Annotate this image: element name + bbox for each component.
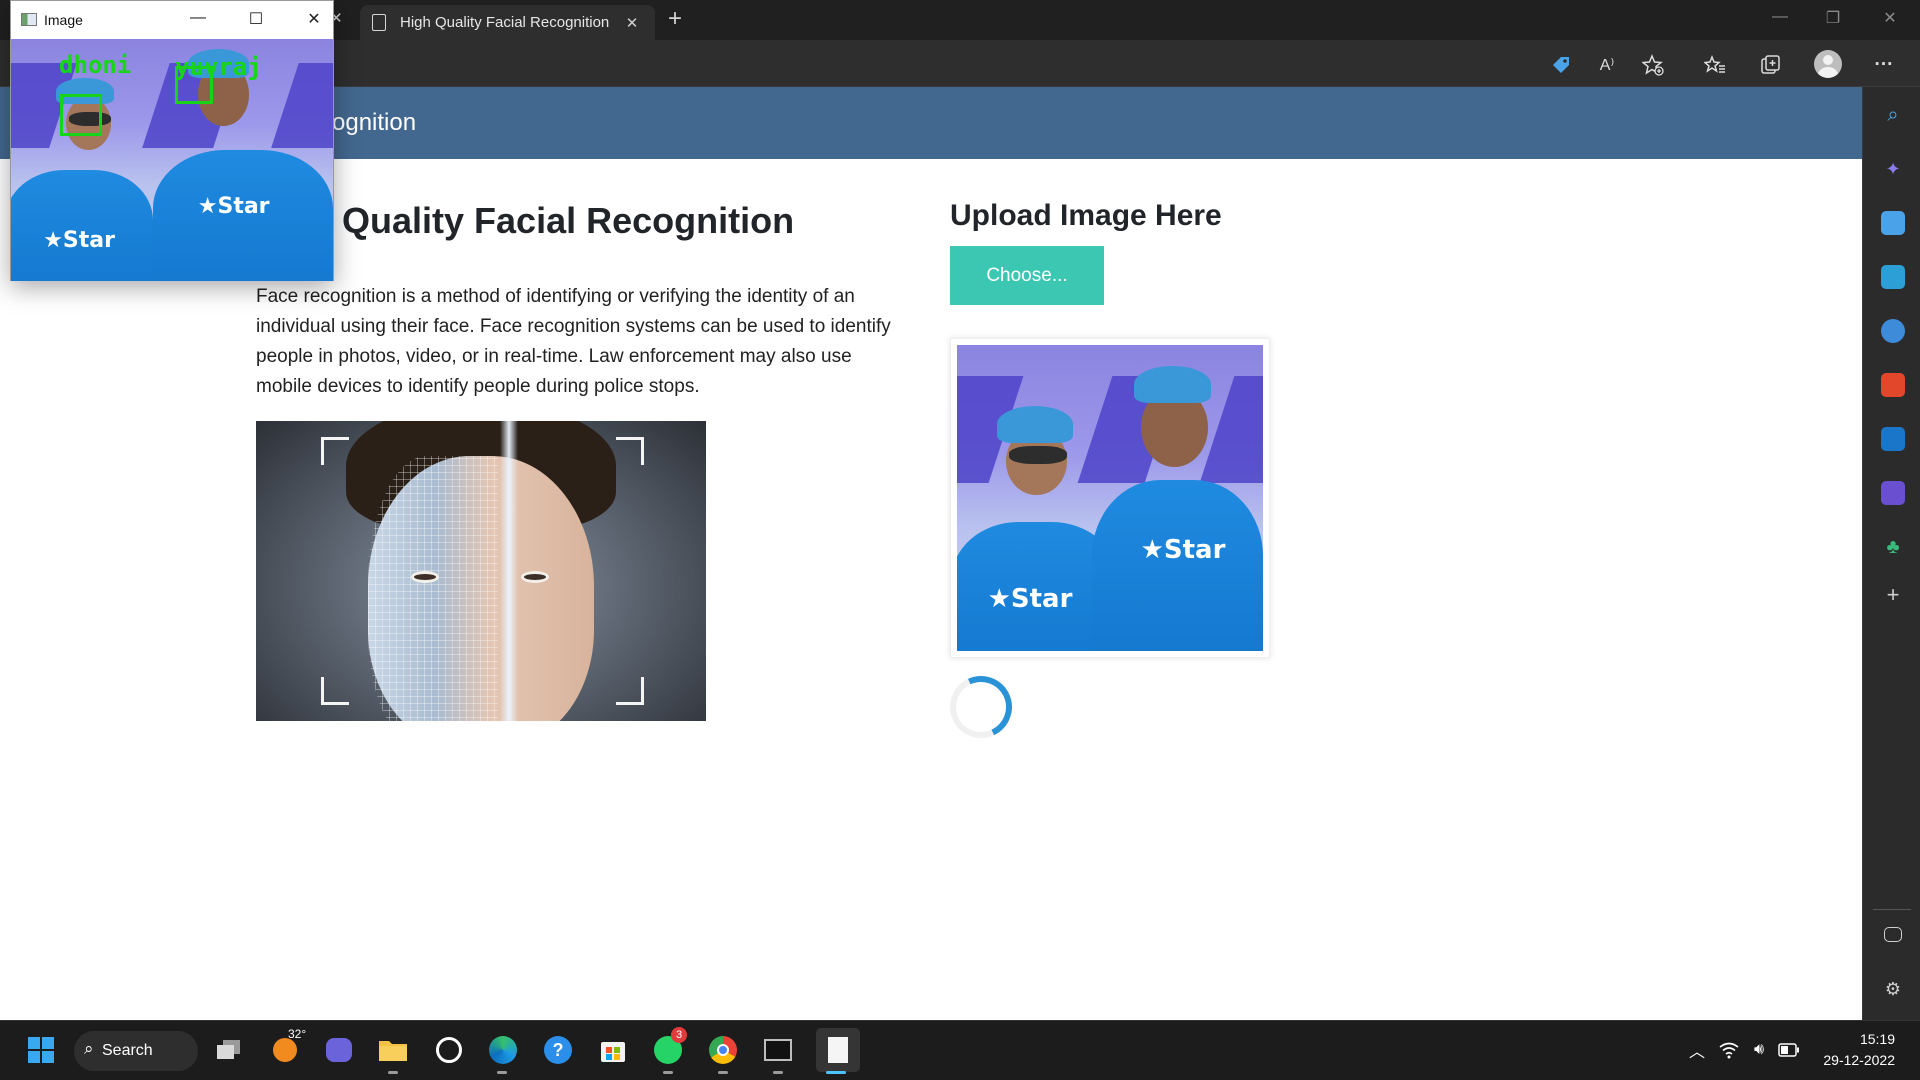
search-icon: ⌕	[84, 1039, 94, 1058]
notification-badge: 3	[671, 1027, 687, 1043]
tools-icon[interactable]	[1881, 265, 1905, 289]
new-tab-button[interactable]: +	[668, 5, 682, 33]
favorites-icon[interactable]	[1702, 52, 1728, 78]
tray-chevron-icon[interactable]: ︿	[1680, 1033, 1714, 1067]
whatsapp-icon[interactable]: 3	[651, 1027, 687, 1067]
tab-facial-recognition[interactable]: High Quality Facial Recognition ✕	[360, 5, 655, 40]
discover-icon[interactable]: ✦	[1881, 157, 1905, 181]
drop-icon[interactable]: ♣	[1881, 535, 1905, 559]
maximize-icon[interactable]: ☐	[241, 9, 271, 29]
tab-close-button[interactable]: ✕	[621, 14, 643, 32]
windows-start-icon[interactable]	[24, 1033, 58, 1067]
tab-title: High Quality Facial Recognition	[400, 14, 610, 31]
notepad-icon[interactable]	[816, 1028, 860, 1072]
chrome-icon[interactable]	[706, 1033, 740, 1067]
page-icon	[372, 14, 386, 31]
teams-chat-icon[interactable]	[322, 1033, 356, 1067]
hide-sidebar-icon[interactable]	[1884, 927, 1902, 942]
minimize-icon[interactable]: —	[1760, 8, 1800, 26]
site-brand[interactable]: cognition	[320, 109, 416, 137]
collections-icon[interactable]	[1758, 52, 1784, 78]
image-window[interactable]: Image — ☐ ✕ ★Star ★Star dhoni yuvraj	[10, 0, 334, 281]
page-title: Quality Facial Recognition	[342, 200, 795, 241]
close-icon[interactable]: ✕	[299, 9, 329, 29]
search-icon[interactable]: ⌕	[1881, 103, 1905, 127]
wifi-icon[interactable]	[1712, 1033, 1746, 1067]
detection-label: dhoni	[59, 51, 132, 79]
office-icon[interactable]	[1881, 373, 1905, 397]
settings-icon[interactable]: ⚙	[1881, 977, 1905, 1001]
profile-icon[interactable]	[1814, 50, 1842, 78]
loading-spinner	[941, 667, 1021, 747]
terminal-icon[interactable]	[761, 1033, 795, 1067]
games-icon[interactable]	[1881, 319, 1905, 343]
edge-icon[interactable]	[486, 1033, 520, 1067]
battery-icon[interactable]	[1772, 1033, 1806, 1067]
face-detection-box	[60, 94, 102, 136]
more-icon[interactable]: ···	[1871, 52, 1897, 78]
help-icon[interactable]: ?	[541, 1033, 575, 1067]
tag-icon[interactable]	[1548, 52, 1574, 78]
minimize-icon[interactable]: —	[183, 9, 213, 27]
intro-paragraph: Face recognition is a method of identify…	[256, 286, 891, 397]
clock-date[interactable]: 29-12-2022	[1815, 1052, 1895, 1068]
image-window-titlebar[interactable]: Image — ☐ ✕	[11, 1, 333, 39]
restore-icon[interactable]: ❐	[1813, 8, 1853, 28]
close-icon[interactable]: ✕	[1870, 8, 1910, 28]
image-preview: ★Star ★Star	[950, 338, 1270, 658]
store-icon[interactable]	[596, 1033, 630, 1067]
face-recognition-illustration	[256, 421, 706, 721]
designer-icon[interactable]	[1881, 481, 1905, 505]
clock-time[interactable]: 15:19	[1855, 1031, 1895, 1047]
uploaded-image: ★Star ★Star	[957, 345, 1263, 651]
choose-file-button[interactable]: Choose...	[950, 246, 1104, 305]
file-explorer-icon[interactable]	[376, 1033, 410, 1067]
search-label: Search	[102, 1042, 153, 1059]
edge-sidebar: ⌕ ✦ ♣ + ⚙	[1862, 87, 1920, 1020]
detection-result-image: ★Star ★Star dhoni yuvraj	[11, 39, 333, 281]
face-detection-box	[175, 66, 213, 104]
upload-heading: Upload Image Here	[950, 199, 1222, 232]
add-sidebar-app-icon[interactable]: +	[1881, 582, 1905, 607]
volume-icon[interactable]: 🔊︎	[1742, 1033, 1776, 1067]
taskbar-search[interactable]: ⌕ Search	[74, 1031, 198, 1071]
app-icon[interactable]	[432, 1033, 466, 1067]
outlook-icon[interactable]	[1881, 427, 1905, 451]
image-app-icon	[21, 13, 37, 26]
weather-icon[interactable]: 32°	[268, 1027, 306, 1067]
taskbar: ⌕ Search 32° ? 3 ︿ �	[0, 1020, 1920, 1080]
image-window-title: Image	[44, 12, 83, 28]
task-view-icon[interactable]	[212, 1033, 246, 1067]
add-favorite-icon[interactable]	[1640, 52, 1666, 78]
read-aloud-icon[interactable]: A⁾	[1594, 52, 1620, 78]
shopping-icon[interactable]	[1881, 211, 1905, 235]
